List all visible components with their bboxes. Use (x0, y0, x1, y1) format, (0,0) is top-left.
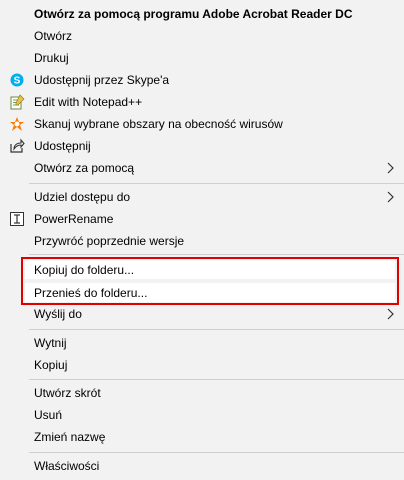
menu-item-label: Edit with Notepad++ (34, 95, 143, 109)
menu-item-label: Otwórz (34, 29, 73, 43)
menu-item-print[interactable]: Drukuj (0, 47, 404, 69)
menu-item-share-skype[interactable]: S Udostępnij przez Skype'a (0, 69, 404, 91)
menu-item-powerrename[interactable]: PowerRename (0, 208, 404, 230)
highlight-annotation-box (21, 257, 399, 305)
menu-item-open[interactable]: Otwórz (0, 25, 404, 47)
menu-separator (29, 452, 404, 453)
menu-item-copy[interactable]: Kopiuj (0, 354, 404, 376)
menu-item-label: Wytnij (34, 336, 67, 350)
menu-item-delete[interactable]: Usuń (0, 404, 404, 426)
menu-separator (29, 379, 404, 380)
menu-separator (29, 329, 404, 330)
share-icon (9, 138, 25, 154)
menu-item-label: Usuń (34, 408, 63, 422)
menu-item-label: Wyślij do (34, 307, 82, 321)
menu-item-open-with-acrobat[interactable]: Otwórz za pomocą programu Adobe Acrobat … (0, 3, 404, 25)
chevron-right-icon (386, 307, 396, 321)
menu-item-create-shortcut[interactable]: Utwórz skrót (0, 382, 404, 404)
menu-item-label: Udostępnij (34, 139, 91, 153)
chevron-right-icon (386, 190, 396, 204)
menu-separator (29, 183, 404, 184)
powerrename-icon (9, 211, 25, 227)
menu-item-label: Drukuj (34, 51, 69, 65)
menu-item-properties[interactable]: Właściwości (0, 455, 404, 477)
menu-item-label: PowerRename (34, 212, 114, 226)
menu-item-label: Kopiuj (34, 358, 68, 372)
menu-item-label: Zmień nazwę (34, 430, 106, 444)
menu-item-label: Udziel dostępu do (34, 190, 131, 204)
menu-item-give-access[interactable]: Udziel dostępu do (0, 186, 404, 208)
menu-item-label: Udostępnij przez Skype'a (34, 73, 170, 87)
notepad-plus-plus-icon (9, 94, 25, 110)
menu-item-restore-previous-versions[interactable]: Przywróć poprzednie wersje (0, 230, 404, 252)
menu-item-label: Otwórz za pomocą (34, 161, 135, 175)
menu-separator (29, 254, 404, 255)
menu-item-share[interactable]: Udostępnij (0, 135, 404, 157)
menu-item-scan-viruses[interactable]: Skanuj wybrane obszary na obecność wirus… (0, 113, 404, 135)
svg-text:S: S (14, 76, 21, 87)
menu-item-label: Przywróć poprzednie wersje (34, 234, 185, 248)
menu-item-label: Skanuj wybrane obszary na obecność wirus… (34, 117, 283, 131)
menu-item-open-with[interactable]: Otwórz za pomocą (0, 157, 404, 179)
skype-icon: S (9, 72, 25, 88)
menu-item-send-to[interactable]: Wyślij do (0, 303, 404, 325)
menu-item-edit-notepad[interactable]: Edit with Notepad++ (0, 91, 404, 113)
menu-item-rename[interactable]: Zmień nazwę (0, 426, 404, 448)
menu-item-label: Utwórz skrót (34, 386, 101, 400)
chevron-right-icon (386, 161, 396, 175)
menu-item-cut[interactable]: Wytnij (0, 332, 404, 354)
context-menu: Otwórz za pomocą programu Adobe Acrobat … (0, 0, 404, 480)
avast-icon (9, 116, 25, 132)
menu-item-label: Otwórz za pomocą programu Adobe Acrobat … (34, 7, 353, 21)
menu-item-label: Właściwości (34, 459, 100, 473)
